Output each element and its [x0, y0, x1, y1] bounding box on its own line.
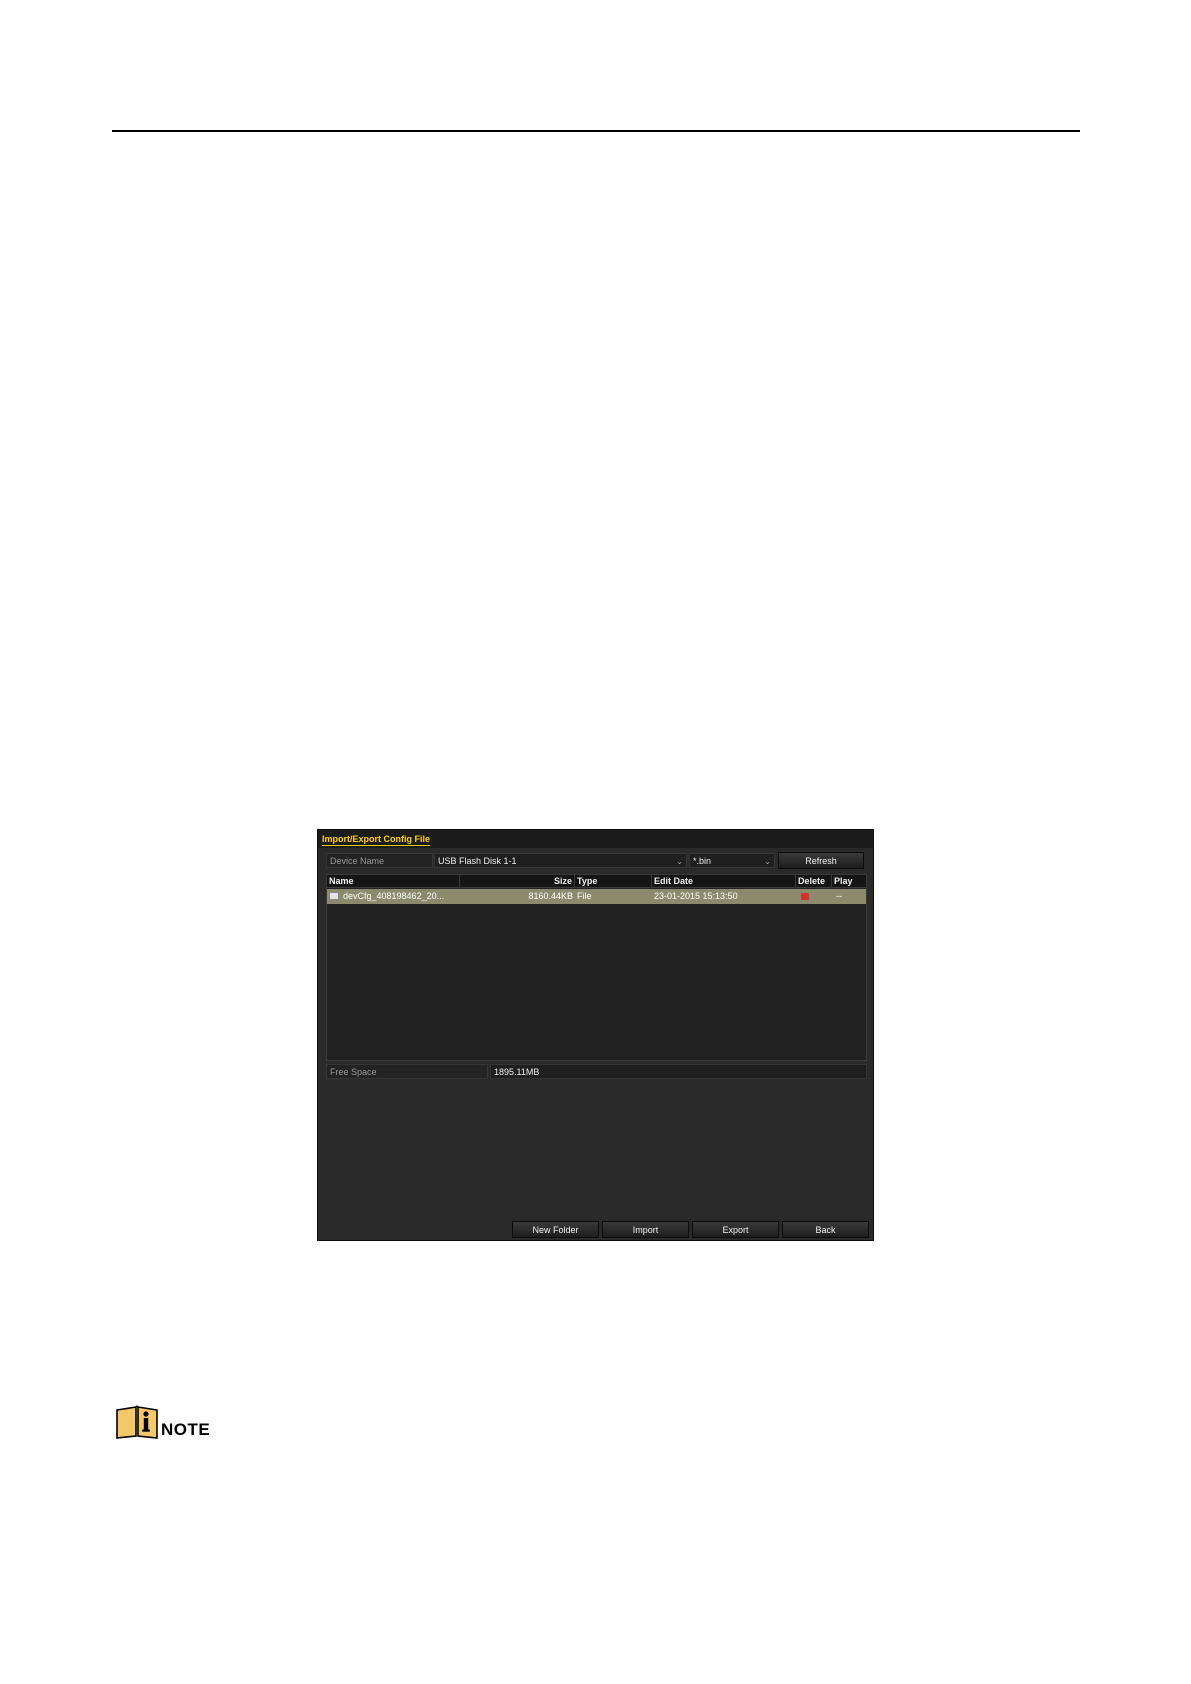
free-space-label: Free Space	[326, 1064, 488, 1079]
table-row[interactable]: devCfg_408198462_20... 8160.44KB File 23…	[327, 889, 866, 904]
file-type: File	[577, 891, 592, 901]
refresh-button[interactable]: Refresh	[778, 852, 864, 869]
file-list[interactable]: Name Size Type Edit Date Delete Play dev…	[326, 874, 867, 1061]
back-button[interactable]: Back	[782, 1221, 869, 1238]
info-book-icon	[116, 1405, 158, 1439]
file-size: 8160.44KB	[528, 891, 573, 901]
export-button[interactable]: Export	[692, 1221, 779, 1238]
column-header-delete: Delete	[796, 875, 832, 887]
free-space-value: 1895.11MB	[490, 1064, 867, 1079]
file-icon	[329, 892, 339, 900]
dialog-title-bar: Import/Export Config File	[318, 830, 873, 848]
new-folder-button[interactable]: New Folder	[512, 1221, 599, 1238]
import-button[interactable]: Import	[602, 1221, 689, 1238]
column-header-size[interactable]: Size	[460, 875, 575, 887]
column-header-name[interactable]: Name	[327, 875, 460, 887]
dialog-title: Import/Export Config File	[322, 834, 430, 846]
chevron-down-icon: ⌄	[764, 857, 771, 866]
play-value: --	[836, 891, 842, 901]
file-filter-value: *.bin	[693, 856, 712, 866]
file-list-header: Name Size Type Edit Date Delete Play	[327, 875, 866, 888]
column-header-type[interactable]: Type	[575, 875, 652, 887]
column-header-play: Play	[834, 876, 853, 886]
header-rule	[112, 130, 1080, 132]
device-name-select[interactable]: USB Flash Disk 1-1 ⌄	[434, 853, 687, 868]
note-label: NOTE	[161, 1420, 211, 1439]
file-name: devCfg_408198462_20...	[343, 891, 445, 901]
manual-page: Import/Export Config File Device Name US…	[0, 0, 1191, 1684]
delete-icon[interactable]	[801, 893, 809, 900]
file-edit-date: 23-01-2015 15:13:50	[654, 891, 738, 901]
device-name-value: USB Flash Disk 1-1	[438, 856, 517, 866]
device-name-label: Device Name	[326, 853, 433, 868]
chevron-down-icon: ⌄	[676, 857, 683, 866]
import-export-config-dialog: Import/Export Config File Device Name US…	[317, 829, 874, 1241]
file-filter-select[interactable]: *.bin ⌄	[689, 853, 775, 868]
column-header-edit-date[interactable]: Edit Date	[652, 875, 796, 887]
